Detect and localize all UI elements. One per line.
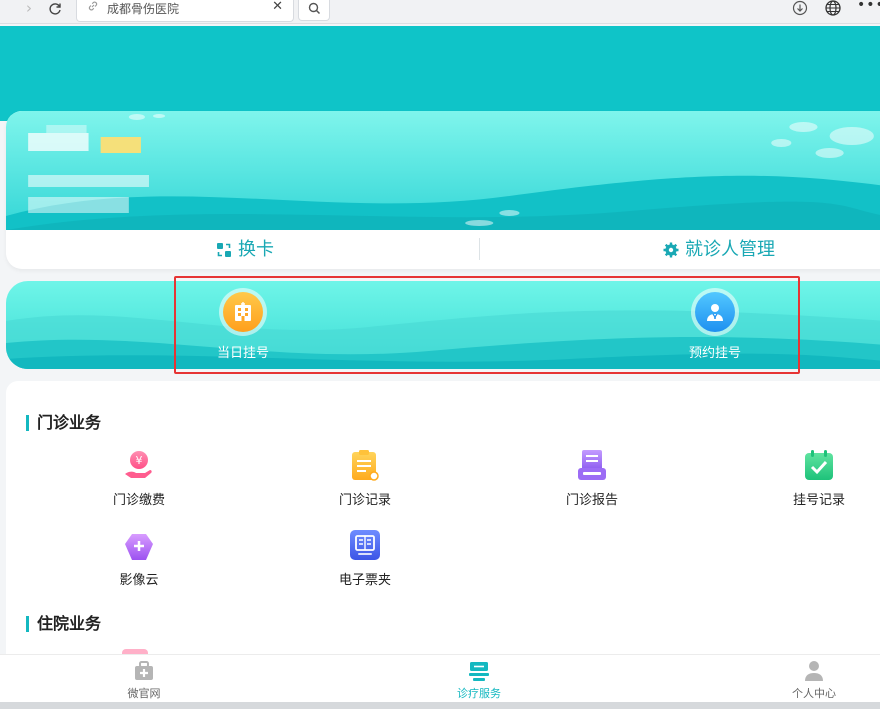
user-icon bbox=[802, 659, 826, 683]
nav-medical-service[interactable]: 诊疗服务 bbox=[439, 659, 519, 701]
tab-title: 成都骨伤医院 bbox=[107, 2, 180, 16]
calendar-check-icon bbox=[802, 448, 836, 482]
taskbar-strip bbox=[0, 702, 880, 709]
swap-icon bbox=[217, 242, 231, 257]
nav-micro-site[interactable]: 微官网 bbox=[104, 659, 184, 701]
imaging-cloud-label: 影像云 bbox=[119, 573, 159, 588]
nav-personal-center-label: 个人中心 bbox=[792, 687, 836, 700]
registration-records-label: 挂号记录 bbox=[792, 493, 845, 508]
nav-micro-site-label: 微官网 bbox=[127, 687, 161, 700]
payment-icon: ¥ bbox=[122, 448, 156, 482]
outpatient-records-button[interactable]: 门诊记录 bbox=[315, 448, 415, 508]
invoice-folder-icon bbox=[348, 528, 382, 562]
outpatient-report-button[interactable]: 门诊报告 bbox=[542, 448, 642, 508]
e-invoice-folder-button[interactable]: 电子票夹 bbox=[315, 528, 415, 588]
medical-kit-icon bbox=[132, 659, 156, 683]
close-icon[interactable]: ✕ bbox=[272, 0, 283, 14]
registration-records-button[interactable]: 挂号记录 bbox=[769, 448, 869, 508]
globe-icon[interactable] bbox=[824, 0, 842, 18]
inpatient-section-title: 住院业务 bbox=[26, 616, 101, 632]
outpatient-records-label: 门诊记录 bbox=[338, 493, 391, 508]
hero-banner bbox=[0, 26, 880, 121]
outpatient-payment-button[interactable]: ¥ 门诊缴费 bbox=[89, 448, 189, 508]
divider bbox=[479, 238, 480, 260]
card-actions: 换卡 就诊人管理 bbox=[6, 230, 880, 269]
outpatient-report-label: 门诊报告 bbox=[565, 493, 618, 508]
link-icon bbox=[87, 0, 99, 16]
imaging-cloud-icon bbox=[122, 528, 156, 562]
outpatient-section-title: 门诊业务 bbox=[26, 415, 101, 431]
nav-personal-center[interactable]: 个人中心 bbox=[774, 659, 854, 701]
change-card-button[interactable]: 换卡 bbox=[216, 230, 274, 269]
card-background bbox=[6, 111, 880, 230]
browser-tab[interactable]: 成都骨伤医院 ✕ bbox=[76, 0, 294, 22]
highlight-box bbox=[174, 276, 800, 374]
report-icon bbox=[575, 448, 609, 482]
bottom-nav: 微官网 诊疗服务 个人中心 bbox=[0, 654, 880, 702]
svg-text:¥: ¥ bbox=[136, 454, 143, 467]
patient-manage-label: 就诊人管理 bbox=[685, 239, 775, 260]
change-card-label: 换卡 bbox=[238, 239, 274, 260]
search-icon[interactable] bbox=[298, 0, 330, 21]
services-panel: 门诊业务 ¥ 门诊缴费 门诊记录 门诊报告 挂号记录 影像云 电子票夹 住院业务 bbox=[6, 381, 880, 671]
forward-icon[interactable]: › bbox=[20, 0, 38, 20]
browser-toolbar: › 成都骨伤医院 ✕ ••• bbox=[0, 0, 880, 24]
gear-icon bbox=[663, 242, 679, 257]
download-icon[interactable] bbox=[791, 0, 809, 18]
outpatient-payment-label: 门诊缴费 bbox=[112, 493, 165, 508]
patient-card: 换卡 就诊人管理 bbox=[6, 111, 880, 269]
service-desk-icon bbox=[467, 659, 491, 683]
patient-manage-button[interactable]: 就诊人管理 bbox=[663, 230, 775, 269]
clipboard-icon bbox=[348, 448, 382, 482]
more-icon[interactable]: ••• bbox=[857, 0, 880, 18]
e-invoice-folder-label: 电子票夹 bbox=[338, 573, 391, 588]
nav-medical-service-label: 诊疗服务 bbox=[457, 687, 501, 700]
imaging-cloud-button[interactable]: 影像云 bbox=[89, 528, 189, 588]
reload-icon[interactable] bbox=[44, 0, 66, 20]
